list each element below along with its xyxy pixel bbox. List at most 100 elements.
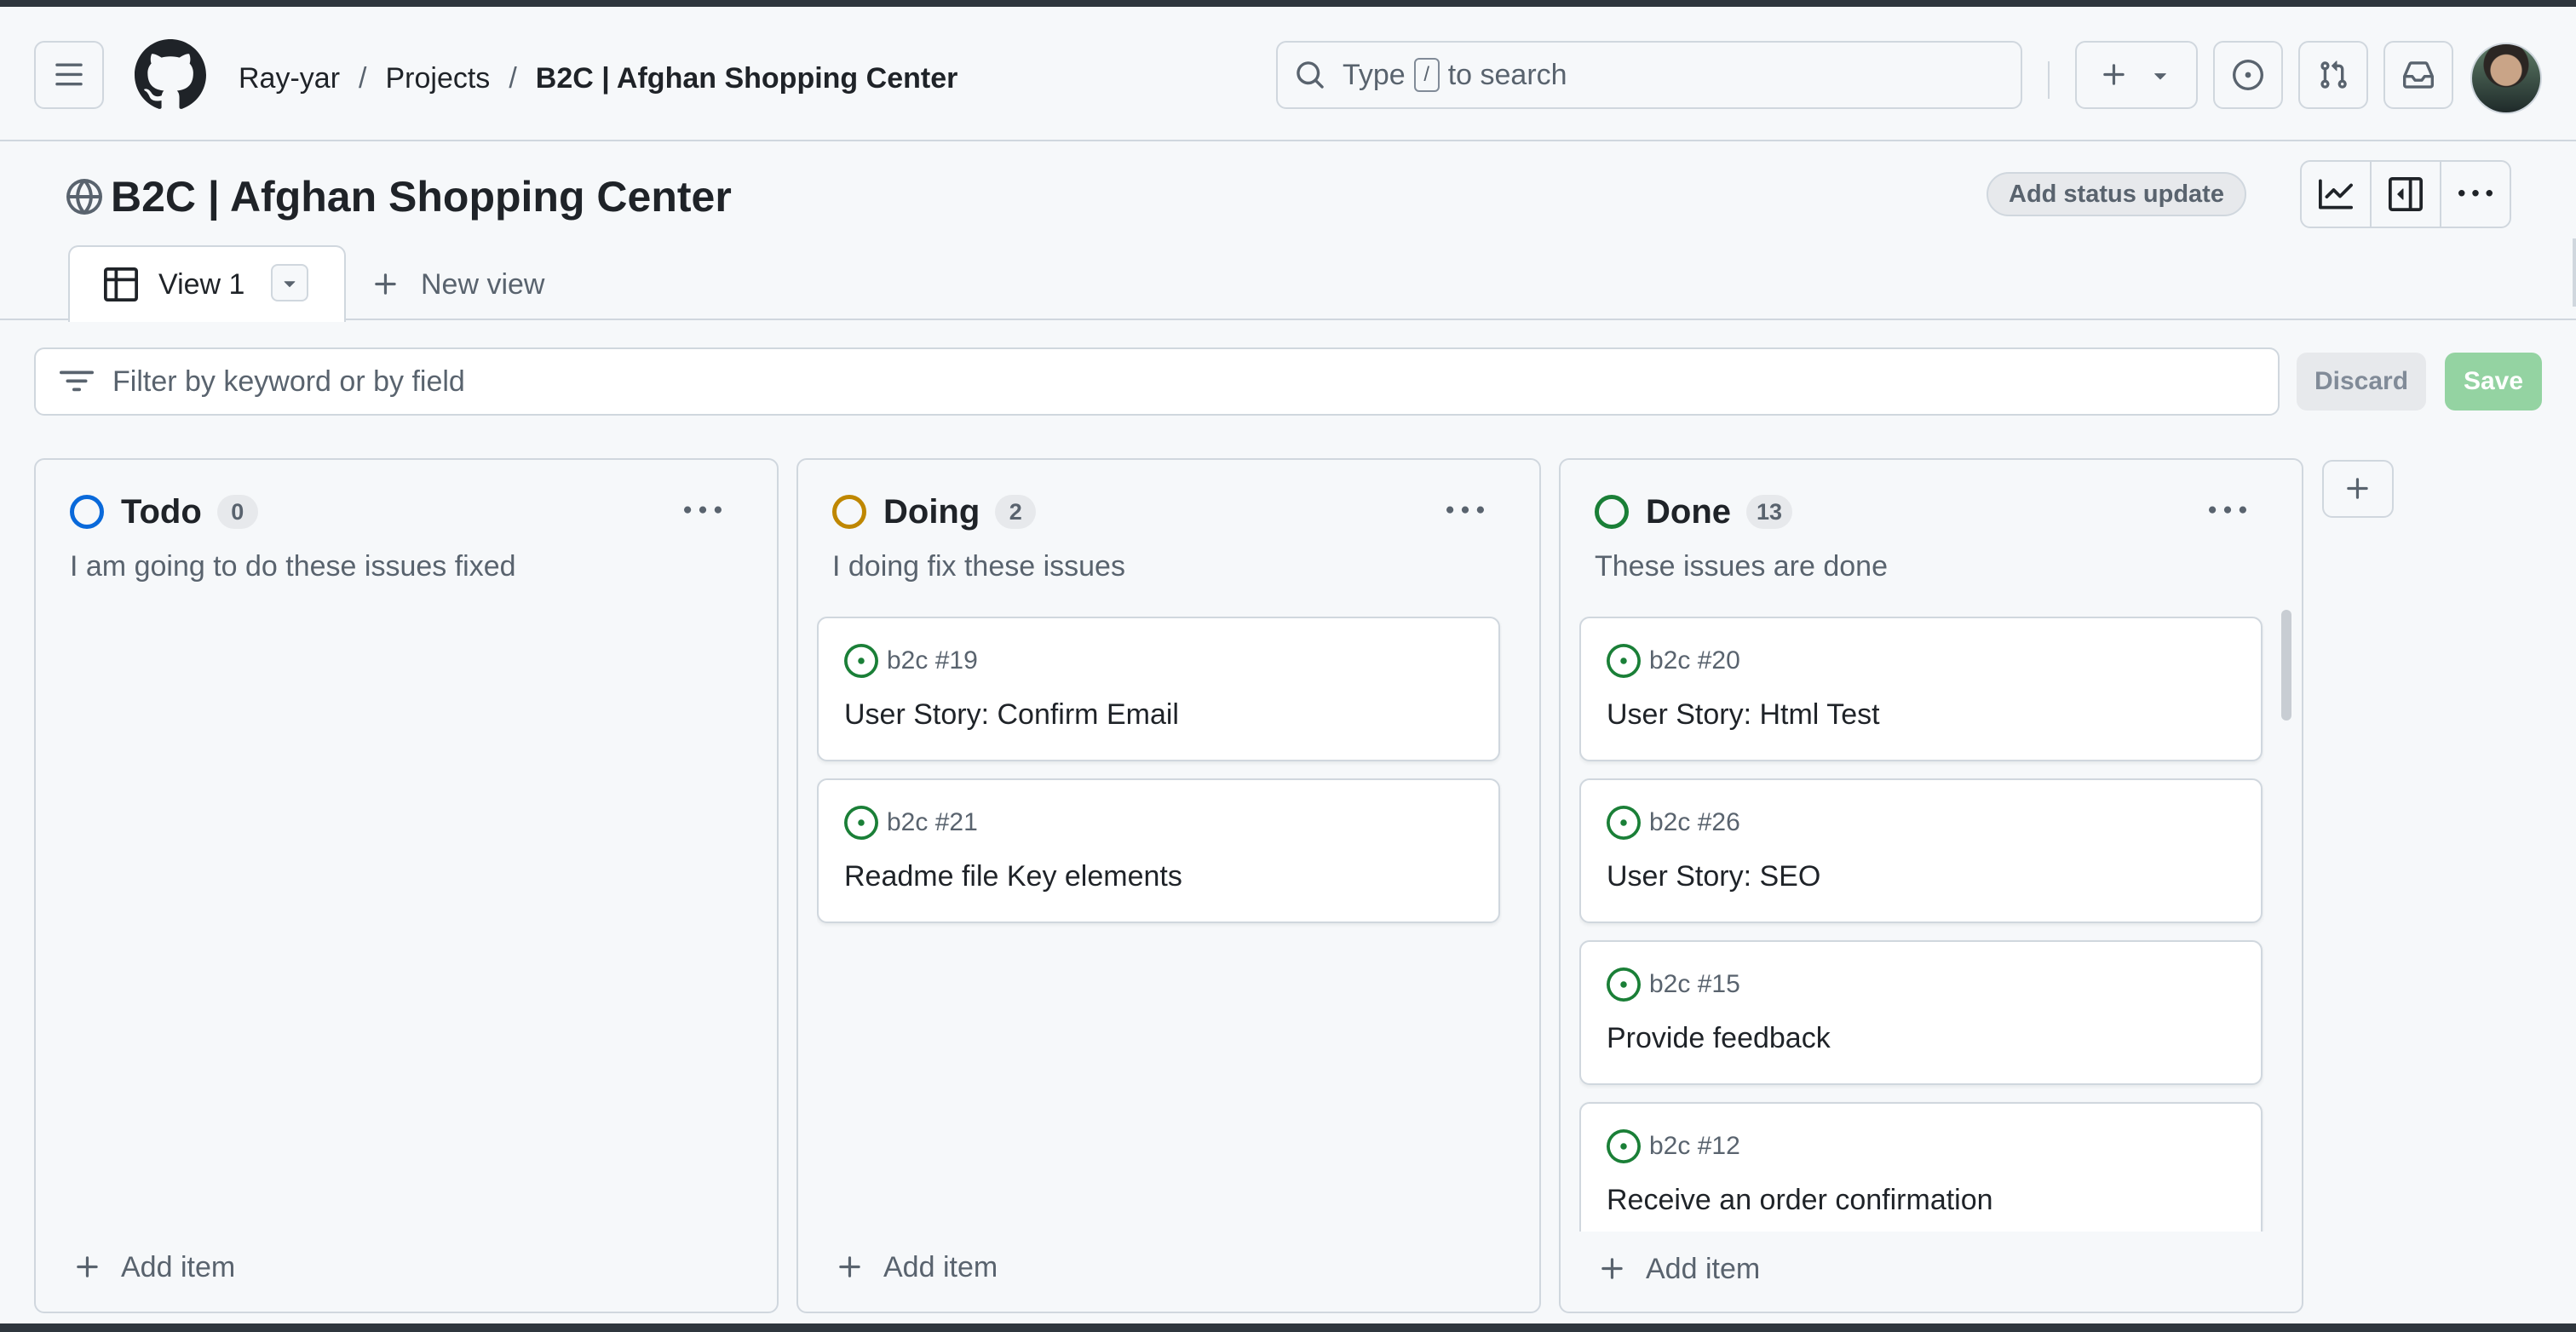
issue-opened-icon (2233, 60, 2263, 90)
window-top-edge (0, 0, 2576, 7)
status-circle-icon (832, 495, 866, 529)
search-shortcut-key: / (1413, 58, 1440, 92)
board-column-done: Done 13 These issues are done b2c #20 Us… (1559, 458, 2303, 1313)
user-avatar[interactable] (2470, 43, 2542, 114)
board-column-doing: Doing 2 I doing fix these issues b2c #19… (796, 458, 1541, 1313)
board-icon (104, 267, 138, 301)
column-menu-button[interactable] (681, 496, 724, 526)
column-title: Done (1646, 492, 1731, 531)
issue-card[interactable]: b2c #20 User Story: Html Test (1579, 617, 2263, 761)
add-item-label: Add item (1646, 1252, 1761, 1285)
column-description: These issues are done (1595, 550, 1888, 583)
column-description: I am going to do these issues fixed (70, 550, 516, 583)
insights-button[interactable] (2302, 162, 2372, 227)
board-column-todo: Todo 0 I am going to do these issues fix… (34, 458, 779, 1313)
breadcrumb-separator: / (509, 61, 517, 95)
filter-input[interactable]: Filter by keyword or by field (34, 347, 2280, 416)
issue-opened-icon (844, 806, 878, 840)
issues-button[interactable] (2213, 41, 2283, 109)
discard-button[interactable]: Discard (2297, 353, 2426, 411)
kebab-horizontal-icon (684, 506, 722, 514)
issue-number: b2c #20 (1649, 646, 1740, 675)
plus-icon (77, 1256, 98, 1277)
tab-view-1-label: View 1 (158, 267, 245, 301)
breadcrumb-owner[interactable]: Ray-yar (239, 62, 340, 95)
issue-title[interactable]: Receive an order confirmation (1607, 1184, 1993, 1217)
add-item-button[interactable]: Add item (836, 1242, 998, 1293)
plus-icon (839, 1256, 860, 1277)
issue-card[interactable]: b2c #19 User Story: Confirm Email (817, 617, 1500, 761)
kebab-horizontal-icon (2209, 506, 2246, 514)
issue-number: b2c #12 (1649, 1132, 1740, 1160)
issue-title[interactable]: Provide feedback (1607, 1022, 1831, 1055)
pull-request-icon (2320, 60, 2347, 89)
add-item-button[interactable]: Add item (1598, 1243, 1760, 1295)
triangle-down-icon (2154, 73, 2166, 80)
create-new-button[interactable] (2075, 41, 2198, 109)
issue-opened-icon (1607, 806, 1641, 840)
search-placeholder-suffix: to search (1447, 58, 1567, 91)
header-divider (2048, 61, 2050, 99)
project-more-button[interactable] (2441, 162, 2510, 227)
menu-button[interactable] (34, 41, 104, 109)
triangle-down-icon (284, 281, 296, 288)
column-count-badge: 2 (995, 495, 1037, 529)
issue-number: b2c #19 (887, 646, 978, 675)
view-options-dropdown[interactable] (271, 264, 308, 301)
search-icon (1297, 61, 1324, 89)
column-scrollbar[interactable] (2281, 610, 2291, 721)
window-bottom-edge (0, 1323, 2576, 1332)
column-title: Todo (121, 492, 202, 531)
issue-reference: b2c #20 (1607, 644, 1740, 678)
add-item-button[interactable]: Add item (73, 1242, 235, 1293)
column-description: I doing fix these issues (832, 550, 1125, 583)
issue-title[interactable]: User Story: SEO (1607, 860, 1820, 893)
pull-requests-button[interactable] (2298, 41, 2368, 109)
card-list: b2c #19 User Story: Confirm Email b2c #2… (817, 617, 1502, 1230)
column-menu-button[interactable] (1444, 496, 1486, 526)
issue-card[interactable]: b2c #12 Receive an order confirmation (1579, 1102, 2263, 1232)
save-button[interactable]: Save (2445, 353, 2542, 411)
search-input[interactable]: Type / to search (1276, 41, 2022, 109)
issue-opened-icon (1607, 967, 1641, 1002)
plus-icon (1601, 1258, 1623, 1279)
column-menu-button[interactable] (2206, 496, 2249, 526)
new-view-button[interactable]: New view (371, 259, 544, 310)
add-item-label: Add item (121, 1250, 236, 1283)
issue-title[interactable]: Readme file Key elements (844, 860, 1182, 893)
column-count-badge: 13 (1746, 495, 1793, 529)
search-placeholder-prefix: Type (1343, 58, 1406, 91)
hamburger-icon (55, 63, 83, 86)
status-circle-icon (70, 495, 104, 529)
issue-number: b2c #21 (887, 808, 978, 836)
issue-opened-icon (1607, 1129, 1641, 1163)
graph-icon (2319, 179, 2353, 210)
github-logo[interactable] (135, 39, 206, 111)
project-title: B2C | Afghan Shopping Center (111, 173, 732, 221)
panel-edge (2573, 238, 2576, 307)
issue-title[interactable]: User Story: Html Test (1607, 698, 1880, 732)
filter-icon (60, 370, 94, 392)
toggle-sidebar-button[interactable] (2372, 162, 2441, 227)
issue-opened-icon (844, 644, 878, 678)
issue-card[interactable]: b2c #15 Provide feedback (1579, 940, 2263, 1085)
inbox-icon (2403, 61, 2434, 89)
issue-reference: b2c #12 (1607, 1129, 1740, 1163)
kebab-horizontal-icon (1446, 506, 1484, 514)
breadcrumb-projects[interactable]: Projects (385, 62, 490, 95)
inbox-button[interactable] (2383, 41, 2453, 109)
card-list: b2c #20 User Story: Html Test b2c #26 Us… (1579, 617, 2264, 1232)
issue-title[interactable]: User Story: Confirm Email (844, 698, 1179, 732)
plus-icon (2103, 64, 2125, 85)
column-title: Doing (883, 492, 980, 531)
add-status-update-button[interactable]: Add status update (1987, 172, 2246, 216)
add-column-button[interactable] (2322, 460, 2394, 518)
column-header: Doing 2 (832, 492, 1037, 531)
issue-card[interactable]: b2c #26 User Story: SEO (1579, 778, 2263, 923)
plus-icon (2347, 478, 2368, 499)
status-circle-icon (1595, 495, 1629, 529)
column-header: Todo 0 (70, 492, 258, 531)
globe-icon (66, 179, 102, 215)
breadcrumb-current-project[interactable]: B2C | Afghan Shopping Center (536, 62, 958, 95)
issue-card[interactable]: b2c #21 Readme file Key elements (817, 778, 1500, 923)
